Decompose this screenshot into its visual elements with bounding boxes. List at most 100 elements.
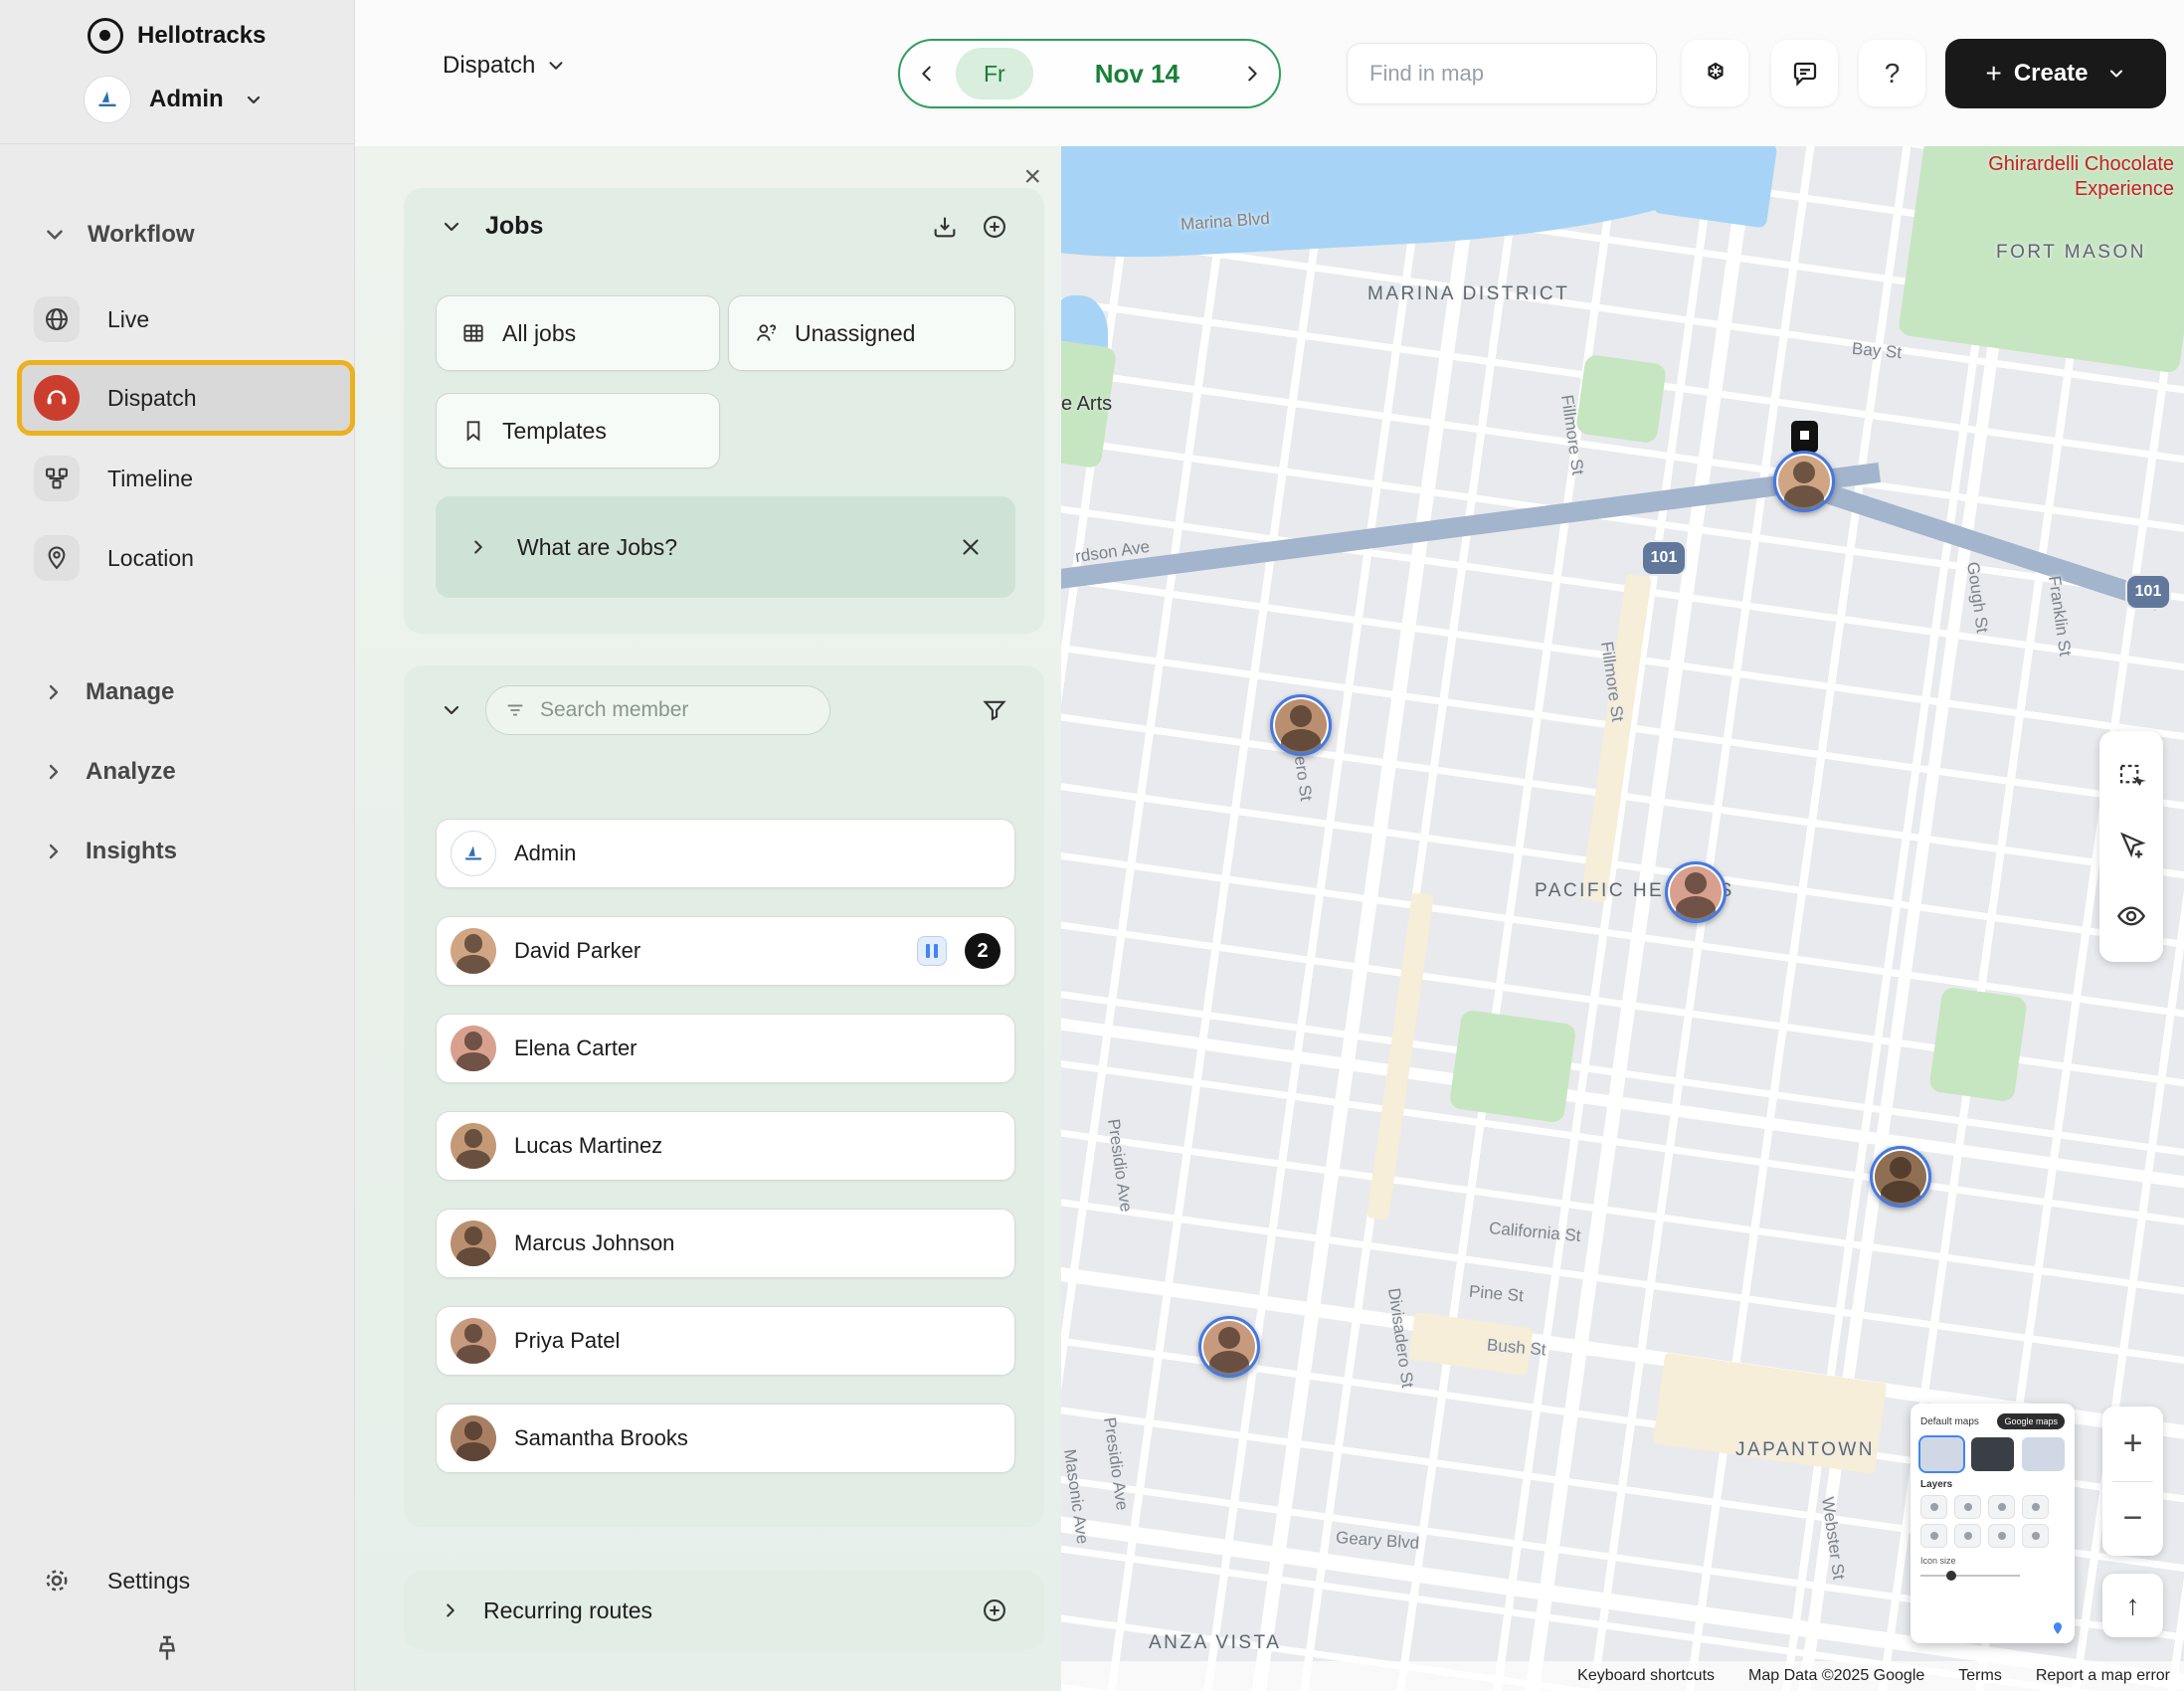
member-row-marcus-johnson[interactable]: Marcus Johnson [436, 1209, 1015, 1278]
chevron-down-icon [549, 62, 563, 70]
pin-sidebar-button[interactable] [151, 1633, 183, 1665]
date-label[interactable]: Nov 14 [1051, 59, 1223, 90]
day-pill[interactable]: Fr [956, 48, 1033, 99]
location-pin-icon [34, 535, 80, 581]
member-search-input[interactable] [538, 697, 812, 723]
sidebar-group-insights[interactable]: Insights [42, 838, 177, 865]
pan-up-button[interactable]: ↑ [2102, 1574, 2163, 1637]
what-are-jobs-banner[interactable]: What are Jobs? [436, 496, 1015, 598]
alta-plaza-park [1928, 986, 2028, 1103]
icon-size-label: Icon size [1920, 1556, 1956, 1566]
messages-button[interactable] [1771, 40, 1838, 106]
map-search [1347, 43, 1658, 104]
layer-toggle[interactable] [2022, 1524, 2049, 1548]
unassigned-button[interactable]: Unassigned [728, 295, 1015, 371]
icon-size-slider[interactable] [1920, 1571, 2065, 1581]
visibility-tool[interactable] [2115, 900, 2147, 932]
group-label: Analyze [86, 758, 176, 785]
workflow-group-toggle[interactable]: Workflow [42, 221, 195, 249]
templates-label: Templates [502, 417, 607, 444]
add-job-button[interactable] [981, 213, 1008, 241]
member-row-elena-carter[interactable]: Elena Carter [436, 1014, 1015, 1083]
member-marker[interactable] [1665, 861, 1727, 923]
prev-day-button[interactable] [916, 63, 938, 85]
recurring-routes-section[interactable]: Recurring routes [404, 1571, 1044, 1650]
chevron-right-icon [49, 764, 59, 780]
layer-toggle[interactable] [1988, 1495, 2015, 1519]
layer-toggle[interactable] [1988, 1524, 2015, 1548]
map-style-thumb[interactable] [1971, 1437, 2014, 1471]
filter-members-button[interactable] [981, 696, 1008, 724]
marquee-select-tool[interactable] [2116, 761, 2146, 791]
layer-toggle[interactable] [1920, 1524, 1947, 1548]
gear-icon [34, 1558, 80, 1603]
map-style-thumb[interactable] [1918, 1435, 1965, 1473]
sidebar-item-dispatch[interactable]: Dispatch [17, 360, 355, 436]
avatar [451, 1318, 496, 1364]
view-switcher[interactable]: Dispatch [443, 52, 567, 80]
member-marker[interactable] [1773, 451, 1835, 512]
zoom-in-button[interactable]: + [2102, 1407, 2163, 1481]
add-route-button[interactable] [981, 1597, 1008, 1624]
keyboard-shortcuts-link[interactable]: Keyboard shortcuts [1577, 1667, 1715, 1685]
chevron-right-icon [447, 1603, 455, 1617]
templates-button[interactable]: Templates [436, 393, 720, 469]
collapse-jobs-chevron[interactable] [440, 215, 463, 239]
member-marker[interactable] [1270, 694, 1332, 756]
timeline-icon [34, 456, 80, 501]
sidebar-item-timeline[interactable]: Timeline [34, 450, 193, 507]
tune-icon [507, 704, 523, 716]
google-maps-chip[interactable]: Google maps [1997, 1413, 2065, 1429]
create-label: Create [2013, 60, 2089, 87]
member-row-admin[interactable]: Admin [436, 819, 1015, 888]
sidebar-group-analyze[interactable]: Analyze [42, 758, 176, 786]
map-search-input[interactable] [1367, 60, 1658, 88]
member-marker[interactable] [1198, 1316, 1260, 1378]
member-row-samantha-brooks[interactable]: Samantha Brooks [436, 1404, 1015, 1473]
sidebar-group-manage[interactable]: Manage [42, 678, 174, 706]
lafayette-park [1448, 1009, 1577, 1124]
divider [0, 143, 354, 144]
layer-toggle[interactable] [1954, 1524, 1981, 1548]
dismiss-hint-button[interactable] [958, 534, 984, 560]
report-error-link[interactable]: Report a map error [2036, 1667, 2170, 1685]
poi-ghirardelli[interactable]: Ghirardelli Chocolate Experience [1988, 152, 2174, 202]
sidebar-item-settings[interactable]: Settings [34, 1552, 190, 1609]
sidebar-item-label: Dispatch [107, 384, 197, 411]
help-button[interactable]: ? [1859, 40, 1925, 106]
all-jobs-button[interactable]: All jobs [436, 295, 720, 371]
avatar [451, 1026, 496, 1071]
member-row-priya-patel[interactable]: Priya Patel [436, 1306, 1015, 1376]
highway-shield-101: 101 [2127, 576, 2169, 608]
ai-icon [1707, 62, 1724, 80]
sidebar-item-live[interactable]: Live [34, 290, 149, 348]
layer-toggle[interactable] [1920, 1495, 1947, 1519]
member-row-lucas-martinez[interactable]: Lucas Martinez [436, 1111, 1015, 1181]
layer-toggle[interactable] [2022, 1495, 2049, 1519]
person-question-icon [756, 324, 777, 341]
label-palace-of-fine-arts: e Arts [1061, 393, 1113, 415]
highway-shield-101: 101 [1643, 542, 1685, 574]
group-label: Insights [86, 838, 178, 864]
import-jobs-button[interactable] [931, 213, 959, 241]
layer-toggle[interactable] [1954, 1495, 1981, 1519]
account-switcher[interactable]: Admin [84, 76, 266, 123]
zoom-out-button[interactable]: − [2102, 1482, 2163, 1557]
sidebar-item-label: Timeline [107, 465, 194, 491]
terms-link[interactable]: Terms [1958, 1667, 2002, 1685]
collapse-members-chevron[interactable] [440, 698, 463, 722]
pin-icon [2051, 1621, 2065, 1635]
map-canvas[interactable]: Ghirardelli Chocolate Experience FORT MA… [1061, 146, 2184, 1691]
jobs-section: Jobs All jobs Unassigned Templates What … [404, 188, 1044, 634]
avatar [451, 928, 496, 974]
next-day-button[interactable] [1241, 63, 1263, 85]
map-style-thumb[interactable] [2022, 1437, 2065, 1471]
sidebar-item-location[interactable]: Location [34, 529, 194, 587]
chevron-down-icon [247, 95, 260, 104]
member-marker[interactable] [1870, 1146, 1931, 1208]
ai-assistant-button[interactable] [1682, 40, 1748, 106]
add-pin-tool[interactable] [2116, 831, 2146, 860]
job-marker[interactable] [1791, 421, 1818, 453]
member-row-david-parker[interactable]: David Parker 2 [436, 916, 1015, 986]
create-button[interactable]: + Create [1945, 39, 2166, 108]
